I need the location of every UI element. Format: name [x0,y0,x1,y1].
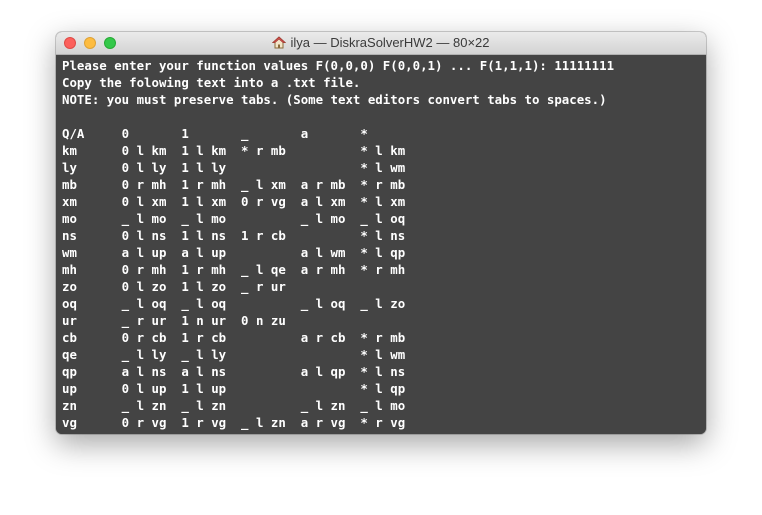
terminal-line: zo 0 l zo 1 l zo _ r ur [62,279,286,294]
terminal-line: ly 0 l ly 1 l ly * l wm [62,160,406,175]
terminal-line: qe _ l ly _ l ly * l wm [62,347,406,362]
terminal-line: km 0 l km 1 l km * r mb * l km [62,143,406,158]
home-icon [272,34,287,56]
window-title-container: ilya — DiskraSolverHW2 — 80×22 [56,32,706,54]
terminal-line: mo _ l mo _ l mo _ l mo _ l oq [62,211,406,226]
terminal-line: Please enter your function values F(0,0,… [62,58,615,73]
terminal-line: NOTE: you must preserve tabs. (Some text… [62,92,607,107]
terminal-line: mh 0 r mh 1 r mh _ l qe a r mh * r mh [62,262,406,277]
terminal-line: cb 0 r cb 1 r cb a r cb * r mb [62,330,406,345]
terminal-line: xm 0 l xm 1 l xm 0 r vg a l xm * l xm [62,194,406,209]
terminal-line: oq _ l oq _ l oq _ l oq _ l zo [62,296,406,311]
terminal-line: Q/A 0 1 _ a * [62,126,368,141]
terminal-line: wm a l up a l up a l wm * l qp [62,245,406,260]
title-bar[interactable]: ilya — DiskraSolverHW2 — 80×22 [56,32,706,55]
window-title: ilya — DiskraSolverHW2 — 80×22 [290,35,490,50]
terminal-line: qp a l ns a l ns a l qp * l ns [62,364,406,379]
terminal-output[interactable]: Please enter your function values F(0,0,… [56,55,706,434]
terminal-line: mb 0 r mh 1 r mh _ l xm a r mb * r mb [62,177,406,192]
terminal-line: up 0 l up 1 l up * l qp [62,381,406,396]
terminal-line: ur _ r ur 1 n ur 0 n zu [62,313,286,328]
terminal-line: ns 0 l ns 1 l ns 1 r cb * l ns [62,228,406,243]
terminal-window: ilya — DiskraSolverHW2 — 80×22 Please en… [56,32,706,434]
terminal-line: Copy the folowing text into a .txt file. [62,75,361,90]
terminal-line: vg 0 r vg 1 r vg _ l zn a r vg * r vg [62,415,406,430]
terminal-line: zn _ l zn _ l zn _ l zn _ l mo [62,398,406,413]
